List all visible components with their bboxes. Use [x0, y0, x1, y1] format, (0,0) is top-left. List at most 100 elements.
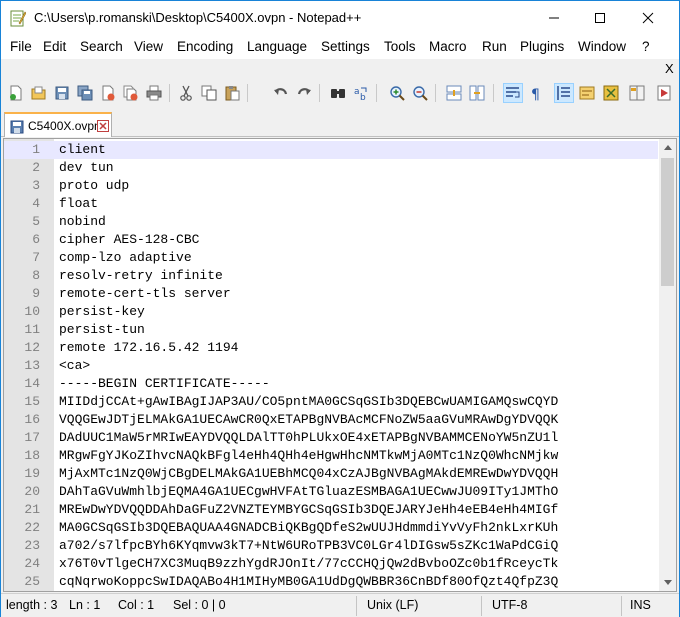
new-file-icon	[10, 85, 22, 101]
status-eol[interactable]: Unix (LF)	[367, 598, 418, 612]
editor-line[interactable]: 16 VQQGEwJDTjELMAkGA1UECAwCR0QxETAPBgNVBA…	[4, 411, 658, 429]
menu-edit[interactable]: Edit	[43, 39, 66, 54]
minimize-button[interactable]	[531, 1, 577, 35]
menu-window[interactable]: Window	[578, 39, 626, 54]
menu-tools[interactable]: Tools	[384, 39, 416, 54]
menu-plugins[interactable]: Plugins	[520, 39, 564, 54]
editor-line[interactable]: 1 client	[4, 141, 658, 159]
saved-document-icon	[10, 120, 24, 134]
cut-button[interactable]	[176, 83, 196, 103]
status-encoding[interactable]: UTF-8	[492, 598, 527, 612]
editor-area[interactable]: 1 client 2 dev tun 3 proto udp 4 float 5 nobind 6 c…	[3, 138, 677, 592]
menu-settings[interactable]: Settings	[321, 39, 370, 54]
scrollbar-thumb[interactable]	[661, 158, 674, 286]
scroll-down-button[interactable]	[659, 574, 676, 591]
editor-line[interactable]: 24 x76T0vTlgeCH7XC3MuqB9zzhYgdRJOnIt/77cC…	[4, 555, 658, 573]
new-file-button[interactable]	[6, 83, 26, 103]
save-button[interactable]	[52, 83, 72, 103]
line-text: cqNqrwoKoppcSwIDAQABo4H1MIHyMB0GA1UdDgQW…	[59, 574, 559, 589]
print-button[interactable]	[144, 83, 164, 103]
replace-button[interactable]: ab	[351, 83, 371, 103]
menu-help[interactable]: ?	[642, 39, 650, 54]
close-icon	[642, 12, 654, 24]
editor-line[interactable]: 14 -----BEGIN CERTIFICATE-----	[4, 375, 658, 393]
editor-line[interactable]: 12 remote 172.16.5.42 1194	[4, 339, 658, 357]
close-file-button[interactable]	[98, 83, 118, 103]
editor-line[interactable]: 21 MREwDwYDVQQDDAhDaGFuZ2VNZTEYMBYGCSqGSI…	[4, 501, 658, 519]
editor-line[interactable]: 18 MRgwFgYJKoZIhvcNAQkBFgl4eHh4QHh4eHgwHh…	[4, 447, 658, 465]
svg-text:b: b	[360, 93, 366, 101]
editor-line[interactable]: 4 float	[4, 195, 658, 213]
line-text: MA0GCSqGSIb3DQEBAQUAA4GNADCBiQKBgQDfeS2w…	[59, 520, 559, 535]
function-list-button[interactable]	[601, 83, 621, 103]
toolbar-separator	[493, 84, 494, 102]
editor-line[interactable]: 9 remote-cert-tls server	[4, 285, 658, 303]
status-insert-mode[interactable]: INS	[630, 598, 651, 612]
zoom-out-button[interactable]	[410, 83, 430, 103]
menu-file[interactable]: File	[10, 39, 32, 54]
editor-line[interactable]: 6 cipher AES-128-CBC	[4, 231, 658, 249]
copy-icon	[201, 85, 217, 101]
line-number: 25	[24, 574, 40, 589]
editor-line[interactable]: 19 MjAxMTc1NzQ0WjCBgDELMAkGA1UEBhMCQ04xCz…	[4, 465, 658, 483]
document-map-button[interactable]	[577, 83, 597, 103]
close-window-button[interactable]	[625, 1, 671, 35]
close-all-button[interactable]	[121, 83, 141, 103]
editor-line[interactable]: 3 proto udp	[4, 177, 658, 195]
save-all-icon	[77, 85, 93, 101]
close-document-button[interactable]: X	[665, 61, 674, 76]
indent-guide-button[interactable]	[554, 83, 574, 103]
show-all-chars-button[interactable]: ¶	[526, 83, 546, 103]
editor-line[interactable]: 13 <ca>	[4, 357, 658, 375]
undo-button[interactable]	[271, 83, 291, 103]
monitoring-button[interactable]	[654, 83, 674, 103]
line-text: DAhTaGVuWmhlbjEQMA4GA1UECgwHVFAtTGluazES…	[59, 484, 559, 499]
menu-view[interactable]: View	[134, 39, 163, 54]
editor-line[interactable]: 23 a702/s7lfpcBYh6KYqmvw3kT7+NtW6URoTPB3V…	[4, 537, 658, 555]
menu-language[interactable]: Language	[247, 39, 307, 54]
title-bar[interactable]: C:\Users\p.romanski\Desktop\C5400X.ovpn …	[1, 1, 679, 35]
tab-close-icon[interactable]	[97, 120, 109, 132]
zoom-in-button[interactable]	[387, 83, 407, 103]
line-number: 19	[24, 466, 40, 481]
find-button[interactable]	[328, 83, 348, 103]
editor-line[interactable]: 2 dev tun	[4, 159, 658, 177]
menu-run[interactable]: Run	[482, 39, 507, 54]
function-list-icon	[603, 85, 619, 101]
maximize-button[interactable]	[577, 1, 623, 35]
editor-line[interactable]: 10 persist-key	[4, 303, 658, 321]
line-number: 5	[32, 214, 40, 229]
menu-encoding[interactable]: Encoding	[177, 39, 233, 54]
save-all-button[interactable]	[75, 83, 95, 103]
editor-line[interactable]: 22 MA0GCSqGSIb3DQEBAQUAA4GNADCBiQKBgQDfeS…	[4, 519, 658, 537]
editor-line[interactable]: 11 persist-tun	[4, 321, 658, 339]
editor-line[interactable]: 15 MIIDdjCCAt+gAwIBAgIJAP3AU/CO5pntMA0GCS…	[4, 393, 658, 411]
line-number: 11	[24, 322, 40, 337]
editor-line[interactable]: 20 DAhTaGVuWmhlbjEQMA4GA1UECgwHVFAtTGluaz…	[4, 483, 658, 501]
editor-line[interactable]: 8 resolv-retry infinite	[4, 267, 658, 285]
replace-icon: ab	[354, 87, 367, 101]
copy-button[interactable]	[199, 83, 219, 103]
editor-line[interactable]: 25 cqNqrwoKoppcSwIDAQABo4H1MIHyMB0GA1UdDg…	[4, 573, 658, 591]
editor-line[interactable]: 7 comp-lzo adaptive	[4, 249, 658, 267]
vertical-scrollbar[interactable]	[659, 139, 676, 591]
sync-horizontal-button[interactable]	[467, 83, 487, 103]
editor-line[interactable]: 17 DAdUUC1MaW5rMRIwEAYDVQQLDAlTT0hPLUkxOE…	[4, 429, 658, 447]
open-file-button[interactable]	[29, 83, 49, 103]
paste-button[interactable]	[222, 83, 242, 103]
sync-vertical-button[interactable]	[444, 83, 464, 103]
toolbar-separator	[435, 84, 436, 102]
scroll-up-button[interactable]	[659, 139, 676, 156]
line-number: 17	[24, 430, 40, 445]
redo-button[interactable]	[294, 83, 314, 103]
line-text: MjAxMTc1NzQ0WjCBgDELMAkGA1UEBhMCQ04xCzAJ…	[59, 466, 559, 481]
word-wrap-button[interactable]	[503, 83, 523, 103]
editor-line[interactable]: 5 nobind	[4, 213, 658, 231]
menu-macro[interactable]: Macro	[429, 39, 467, 54]
line-text: VQQGEwJDTjELMAkGA1UECAwCR0QxETAPBgNVBAcM…	[59, 412, 559, 427]
menu-search[interactable]: Search	[80, 39, 123, 54]
tab-c5400x-ovpn[interactable]: C5400X.ovpn	[4, 112, 112, 137]
folder-as-workspace-button[interactable]	[627, 83, 647, 103]
line-number: 21	[24, 502, 40, 517]
line-text: MRgwFgYJKoZIhvcNAQkBFgl4eHh4QHh4eHgwHhcN…	[59, 448, 559, 463]
